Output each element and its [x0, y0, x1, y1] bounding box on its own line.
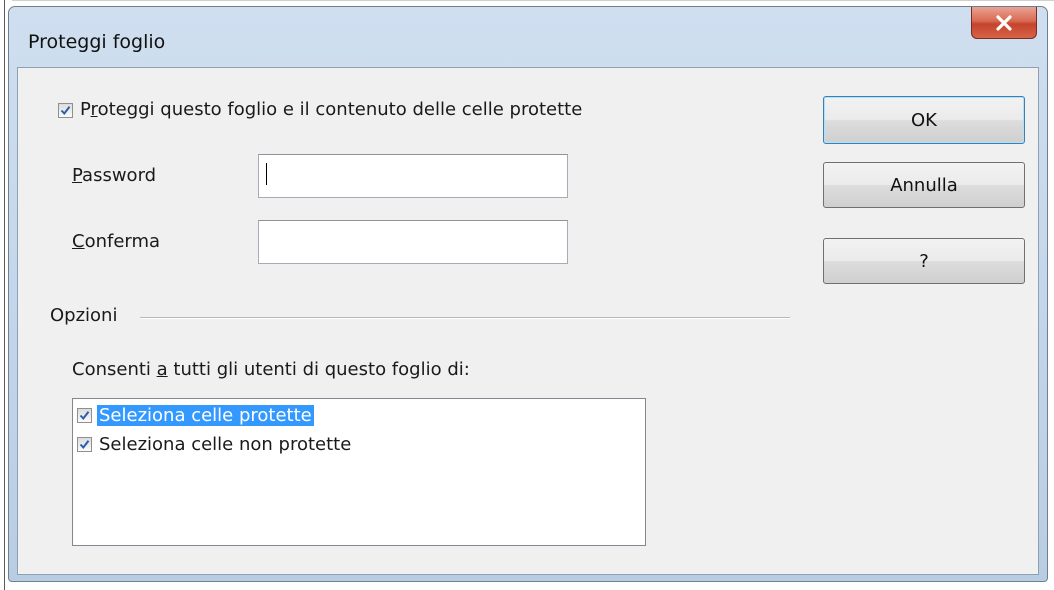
list-item-label: Seleziona celle protette [97, 404, 314, 426]
list-item-checkbox[interactable] [77, 436, 92, 452]
options-divider [140, 317, 790, 319]
text-caret [266, 163, 267, 185]
list-item-label: Seleziona celle non protette [99, 433, 352, 455]
checkmark-icon [60, 106, 71, 116]
window-title: Proteggi foglio [28, 31, 166, 53]
help-button[interactable]: ? [823, 238, 1025, 284]
options-group-title: Opzioni [50, 305, 118, 326]
list-item[interactable]: Seleziona celle non protette [77, 431, 353, 457]
title-bar[interactable]: Proteggi foglio [9, 7, 1047, 75]
background-border-line [4, 0, 5, 590]
protect-sheet-checkbox[interactable] [58, 103, 73, 118]
confirm-password-field[interactable] [258, 220, 568, 264]
checkmark-icon [79, 410, 90, 420]
protect-sheet-dialog: Proteggi foglio Proteggi questo foglio e… [8, 6, 1048, 582]
permissions-list[interactable]: Seleziona celle protette Seleziona celle… [72, 398, 646, 546]
password-field[interactable] [258, 154, 568, 198]
background-edge [0, 0, 1054, 1]
checkmark-icon [79, 439, 90, 449]
ok-button[interactable]: OK [823, 96, 1025, 144]
dialog-body: Proteggi questo foglio e il contenuto de… [17, 67, 1039, 575]
protect-sheet-label[interactable]: Proteggi questo foglio e il contenuto de… [80, 99, 582, 120]
close-button[interactable] [971, 7, 1037, 39]
password-label: Password [72, 165, 157, 186]
list-item[interactable]: Seleziona celle protette [77, 402, 314, 428]
cancel-button[interactable]: Annulla [823, 162, 1025, 208]
close-icon [995, 14, 1013, 31]
confirm-label: Conferma [72, 231, 161, 252]
list-item-checkbox[interactable] [77, 407, 92, 423]
allow-users-label: Consenti a tutti gli utenti di questo fo… [72, 359, 470, 380]
